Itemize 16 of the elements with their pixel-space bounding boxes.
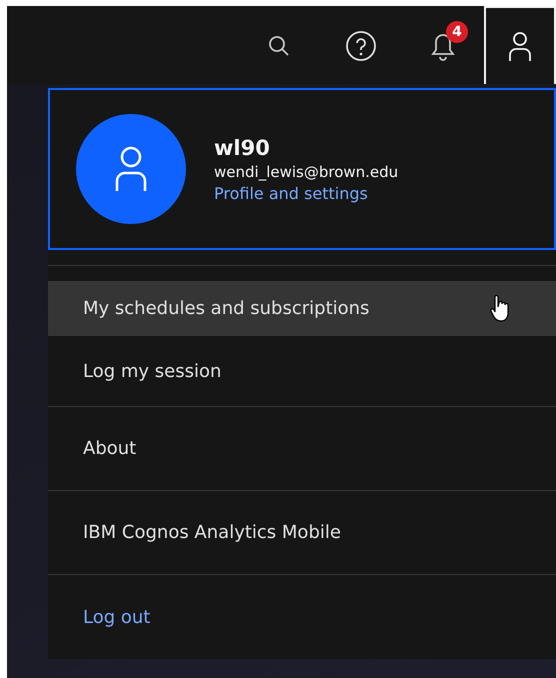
header-button[interactable] <box>484 6 556 84</box>
user-icon <box>115 146 147 192</box>
header-button[interactable]: 4 <box>402 6 484 84</box>
username: wl90 <box>214 136 271 160</box>
email: wendi_lewis@brown.edu <box>214 162 398 180</box>
notification-badge: 4 <box>446 21 468 43</box>
pointer-icon <box>490 295 510 323</box>
search-icon <box>268 35 290 57</box>
menu-item[interactable]: My schedules and subscriptions <box>48 281 556 336</box>
profile-link[interactable]: Profile and settings <box>214 184 398 202</box>
help-icon <box>345 30 377 62</box>
menu-item[interactable]: IBM Cognos Analytics Mobile <box>48 490 556 574</box>
logout-link[interactable]: Log out <box>48 574 556 659</box>
menu-item[interactable]: About <box>48 406 556 490</box>
menu-item[interactable]: Log my session <box>48 336 556 406</box>
user-icon <box>507 30 533 62</box>
